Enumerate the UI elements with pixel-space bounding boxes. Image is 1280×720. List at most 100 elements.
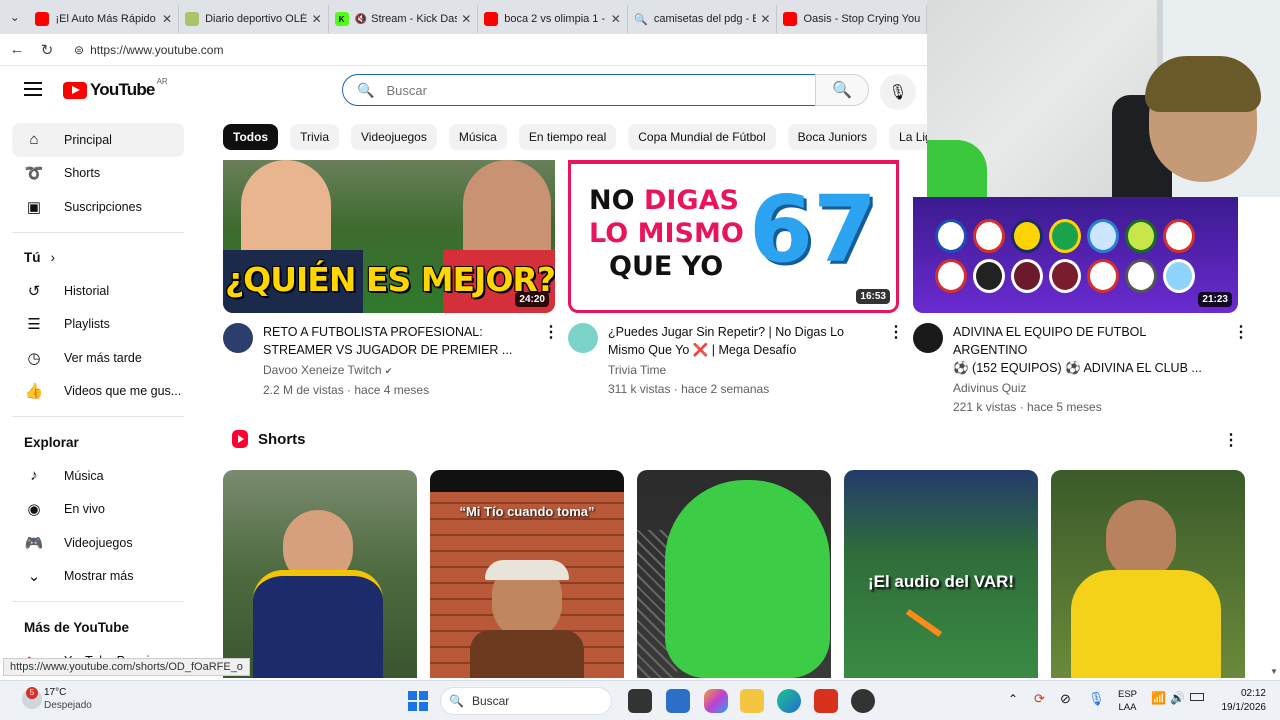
search-input[interactable]: 🔍 Buscar: [342, 74, 816, 106]
windows-start-icon[interactable]: [406, 689, 430, 713]
wifi-icon[interactable]: 📶: [1151, 691, 1166, 705]
sync-icon[interactable]: ⟳: [1034, 691, 1045, 707]
short-thumbnail[interactable]: ¡El audio del VAR!: [844, 470, 1038, 678]
video-title-line2[interactable]: STREAMER VS JUGADOR DE PREMIER ...: [263, 341, 531, 359]
video-thumbnail[interactable]: NO DIGAS LO MISMO QUE YO 67 16:53: [568, 160, 899, 313]
app-icon[interactable]: [814, 689, 838, 713]
short-thumbnail[interactable]: [637, 470, 831, 678]
sidebar-item-playlists[interactable]: ☰ Playlists: [12, 308, 184, 342]
more-actions-icon[interactable]: ⋮: [1233, 322, 1249, 342]
browser-tab[interactable]: 🔍 camisetas del pdg - Bús✕: [628, 5, 778, 33]
youtube-favicon: [783, 12, 798, 26]
show-hidden-icons[interactable]: ⌃: [1008, 692, 1018, 706]
sidebar-item-principal[interactable]: ⌂ Principal: [12, 123, 184, 157]
chip-boca-juniors[interactable]: Boca Juniors: [787, 124, 878, 150]
channel-name[interactable]: Davoo Xeneize Twitch: [263, 363, 382, 377]
reload-icon[interactable]: ↻: [32, 41, 62, 59]
channel-avatar[interactable]: [913, 323, 943, 353]
sidebar-item-gaming[interactable]: 🎮 Videojuegos: [12, 526, 184, 560]
sidebar-item-liked-videos[interactable]: 👍 Videos que me gus...: [12, 375, 184, 409]
sidebar-you-heading[interactable]: Tú ›: [12, 241, 184, 275]
microphone-icon[interactable]: 🎙: [1088, 691, 1105, 707]
store-icon[interactable]: [666, 689, 690, 713]
input-language[interactable]: ESP LAA: [1118, 688, 1137, 714]
sidebar-item-shorts[interactable]: ➰ Shorts: [12, 157, 184, 191]
chip-all[interactable]: Todos: [223, 124, 279, 150]
copilot-icon[interactable]: [704, 689, 728, 713]
chip-world-cup[interactable]: Copa Mundial de Fútbol: [628, 124, 776, 150]
chip-videogames[interactable]: Videojuegos: [351, 124, 437, 150]
youtube-logo[interactable]: YouTube AR: [63, 77, 168, 100]
more-actions-icon[interactable]: ⋮: [888, 322, 904, 342]
clock[interactable]: 02:12 19/1/2026: [1212, 687, 1267, 715]
chip-la-liga[interactable]: La Liga: [889, 124, 927, 150]
video-title[interactable]: ADIVINA EL EQUIPO DE FUTBOL ARGENTINO: [953, 323, 1221, 359]
volume-icon[interactable]: 🔊: [1170, 691, 1185, 705]
chevron-down-icon: ⌄: [27, 568, 41, 586]
browser-tab[interactable]: boca 2 vs olimpia 1 - Yo ✕: [478, 5, 628, 33]
windows-taskbar: 5 17°C Despejado 🔍 Buscar ⌃ ⟳ ⊘ 🎙 ESP LA…: [0, 680, 1280, 720]
video-title-line2[interactable]: ⚽ (152 EQUIPOS) ⚽ ADIVINA EL CLUB ...: [953, 359, 1221, 377]
edge-browser-icon[interactable]: [777, 689, 801, 713]
chip-live[interactable]: En tiempo real: [518, 124, 617, 150]
browser-tab[interactable]: Diario deportivo OLÉ - Ú ✕: [179, 5, 329, 33]
filter-chips: Todos Trivia Videojuegos Música En tiemp…: [223, 124, 927, 150]
menu-icon[interactable]: [24, 82, 42, 96]
chip-music[interactable]: Música: [448, 124, 507, 150]
channel-name[interactable]: Trivia Time: [608, 361, 876, 380]
browser-tab[interactable]: K 🔇 Stream - Kick Dashb ✕: [329, 5, 479, 33]
tab-title: camisetas del pdg - Bús: [653, 13, 757, 25]
sidebar-item-history[interactable]: ↺ Historial: [12, 274, 184, 308]
back-icon[interactable]: ←: [2, 41, 32, 58]
tab-title: ¡El Auto Más Rápido De: [55, 13, 158, 25]
sidebar-item-show-more[interactable]: ⌄ Mostrar más: [12, 560, 184, 594]
short-thumbnail[interactable]: [1051, 470, 1245, 678]
file-explorer-icon[interactable]: [740, 689, 764, 713]
tab-list-button[interactable]: ⌄: [0, 0, 29, 34]
tab-close-icon[interactable]: ✕: [611, 12, 621, 26]
tab-close-icon[interactable]: ✕: [162, 12, 172, 26]
clock-time: 02:12: [1240, 688, 1266, 699]
sidebar-item-music[interactable]: ♪ Música: [12, 459, 184, 493]
sidebar-item-subscriptions[interactable]: ▣ Suscripciones: [12, 190, 184, 224]
chip-trivia[interactable]: Trivia: [290, 124, 339, 150]
ole-favicon: [185, 12, 200, 26]
browser-tab[interactable]: ¡El Auto Más Rápido De ✕: [29, 5, 180, 33]
network-off-icon[interactable]: ⊘: [1060, 691, 1071, 707]
sidebar-item-watch-later[interactable]: ◷ Ver más tarde: [12, 341, 184, 375]
tab-close-icon[interactable]: ✕: [760, 12, 770, 26]
taskbar-search[interactable]: 🔍 Buscar: [440, 687, 612, 715]
taskbar-search-label: Buscar: [471, 694, 510, 708]
video-title[interactable]: ¿Puedes Jugar Sin Repetir? | No Digas Lo: [608, 323, 876, 341]
search-button[interactable]: 🔍: [815, 74, 869, 106]
shorts-more-icon[interactable]: ⋮: [1223, 430, 1239, 450]
channel-avatar[interactable]: [568, 323, 598, 353]
tab-close-icon[interactable]: ✕: [461, 12, 471, 26]
short-thumbnail[interactable]: [223, 470, 417, 678]
video-title[interactable]: RETO A FUTBOLISTA PROFESIONAL:: [263, 323, 531, 341]
channel-avatar[interactable]: [223, 323, 253, 353]
youtube-header: YouTube AR 🔍 Buscar 🔍 🎙: [0, 66, 927, 118]
arrow-graphic: [905, 609, 943, 637]
video-thumbnail[interactable]: 21:23: [913, 197, 1238, 313]
obs-record-icon[interactable]: [851, 689, 875, 713]
address-bar[interactable]: ⊜ https://www.youtube.com: [68, 36, 921, 63]
voice-search-button[interactable]: 🎙: [880, 74, 916, 110]
tab-close-icon[interactable]: ✕: [312, 12, 322, 26]
page-scrollbar[interactable]: ▼: [1268, 200, 1280, 678]
kick-favicon: K: [334, 12, 349, 26]
channel-name[interactable]: Adivinus Quiz: [953, 379, 1221, 398]
task-view-icon[interactable]: [628, 689, 652, 713]
video-thumbnail[interactable]: ¿QUIÉN ES MEJOR? 24:20: [223, 160, 555, 313]
more-from-youtube-heading: Más de YouTube: [24, 619, 130, 635]
browser-tab[interactable]: Oasis - Stop Crying You: [777, 5, 928, 33]
site-info-icon[interactable]: ⊜: [74, 43, 84, 57]
battery-icon[interactable]: [1190, 693, 1204, 701]
club-crest-grid: [935, 219, 1225, 293]
weather-widget[interactable]: 5 17°C Despejado: [22, 686, 92, 712]
video-title-line2[interactable]: Mismo Que Yo ❌ | Mega Desafío: [608, 341, 876, 359]
sidebar-item-live[interactable]: ◉ En vivo: [12, 493, 184, 527]
more-actions-icon[interactable]: ⋮: [543, 322, 559, 342]
muted-icon[interactable]: 🔇: [355, 14, 367, 25]
short-thumbnail[interactable]: “Mi Tío cuando toma”: [430, 470, 624, 678]
